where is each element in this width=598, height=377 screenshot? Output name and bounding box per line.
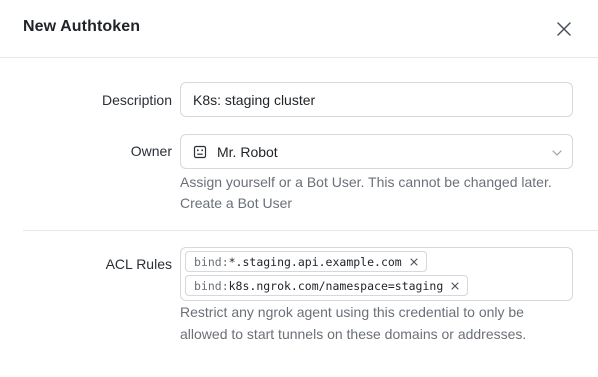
close-button[interactable]: [552, 17, 576, 41]
remove-tag-icon[interactable]: [450, 281, 460, 291]
acl-rules-label: ACL Rules: [105, 256, 172, 272]
owner-help-text: Assign yourself or a Bot User. This cann…: [180, 174, 552, 190]
dialog-header: New Authtoken: [0, 0, 598, 58]
close-icon: [557, 22, 571, 36]
description-input[interactable]: K8s: staging cluster: [180, 82, 573, 117]
acl-rule-value: *.staging.api.example.com: [228, 254, 402, 269]
owner-select[interactable]: Mr. Robot: [180, 134, 573, 169]
acl-rule-prefix: bind:: [194, 254, 229, 269]
description-label: Description: [101, 92, 172, 108]
section-divider: [23, 230, 598, 231]
create-bot-user-link[interactable]: Create a Bot User: [180, 192, 292, 214]
owner-select-value: Mr. Robot: [217, 143, 278, 160]
robot-icon: [193, 145, 207, 159]
dialog-title: New Authtoken: [23, 18, 141, 35]
owner-label: Owner: [130, 143, 172, 159]
acl-help-text-line2: allowed to start tunnels on these domain…: [180, 326, 527, 342]
acl-rules-input[interactable]: bind: *.staging.api.example.com bind: k8…: [180, 247, 573, 301]
acl-rule-value: k8s.ngrok.com/namespace=staging: [228, 278, 444, 293]
acl-help-text-line1: Restrict any ngrok agent using this cred…: [180, 304, 524, 320]
acl-rule-prefix: bind:: [194, 278, 229, 293]
chevron-down-icon: [551, 146, 563, 158]
remove-tag-icon[interactable]: [409, 257, 419, 267]
new-authtoken-dialog: New Authtoken Description K8s: staging c…: [0, 0, 598, 377]
acl-rule-tag: bind: *.staging.api.example.com: [185, 251, 427, 272]
acl-rule-tag: bind: k8s.ngrok.com/namespace=staging: [185, 275, 469, 296]
